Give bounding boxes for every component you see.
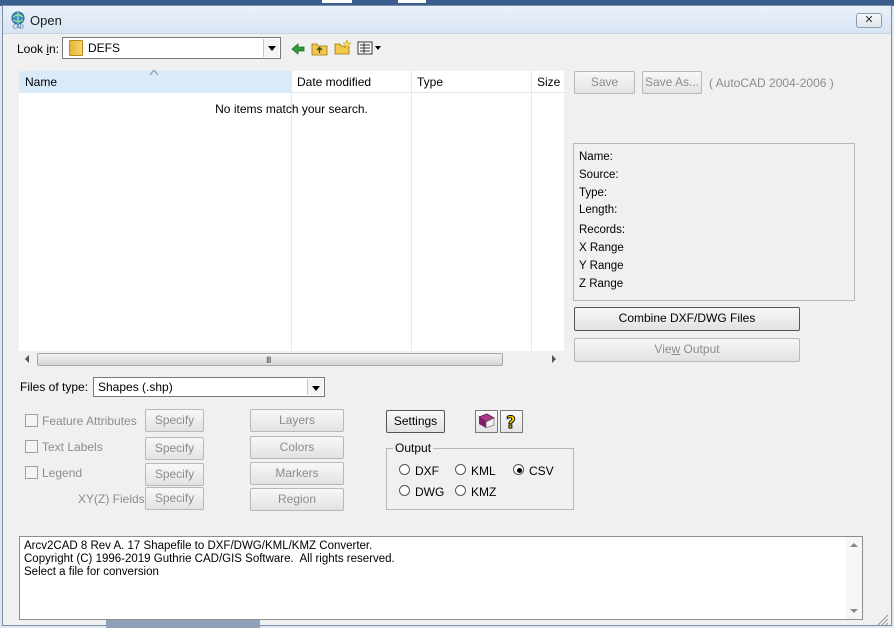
output-format-text: ( AutoCAD 2004-2006 ) bbox=[709, 76, 834, 90]
column-header-date[interactable]: Date modified bbox=[291, 71, 411, 93]
status-line: Select a file for conversion bbox=[24, 566, 159, 578]
info-y-range-label: Y Range bbox=[579, 260, 624, 272]
dialog-title: Open bbox=[30, 13, 62, 28]
radio-csv[interactable] bbox=[513, 464, 524, 475]
files-of-type-label: Files of type: bbox=[20, 380, 89, 394]
help-button[interactable]: ? bbox=[500, 410, 523, 433]
look-in-label: Look in: bbox=[17, 42, 60, 56]
status-line: Arcv2CAD 8 Rev A. 17 Shapefile to DXF/DW… bbox=[24, 540, 373, 552]
file-info-panel: Name: Source: Type: Length: Records: X R… bbox=[573, 143, 855, 301]
close-button[interactable]: ✕ bbox=[856, 13, 882, 28]
radio-kmz[interactable] bbox=[455, 485, 466, 496]
view-menu-icon[interactable] bbox=[357, 40, 383, 56]
legend-label: Legend bbox=[42, 466, 83, 480]
radio-csv-label: CSV bbox=[529, 464, 554, 478]
look-in-value: DEFS bbox=[88, 41, 121, 55]
resize-grip-icon[interactable] bbox=[875, 612, 889, 626]
output-group bbox=[386, 448, 574, 510]
empty-list-message: No items match your search. bbox=[215, 102, 368, 116]
file-list[interactable]: Name Date modified Type Size No items ma… bbox=[19, 70, 564, 351]
info-type-label: Type: bbox=[579, 187, 608, 199]
combine-dxf-dwg-button[interactable]: Combine DXF/DWG Files bbox=[574, 307, 800, 331]
back-arrow-icon[interactable] bbox=[289, 41, 307, 57]
save-as-button[interactable]: Save As... bbox=[642, 71, 702, 94]
new-folder-icon[interactable] bbox=[334, 39, 352, 55]
layers-button[interactable]: Layers bbox=[250, 409, 344, 432]
radio-dxf-label: DXF bbox=[415, 464, 439, 478]
chevron-down-icon[interactable] bbox=[263, 39, 279, 57]
column-header-type[interactable]: Type bbox=[411, 71, 531, 93]
files-of-type-dropdown[interactable]: Shapes (.shp) bbox=[93, 377, 325, 397]
radio-kml-label: KML bbox=[471, 464, 496, 478]
app-globe-icon: CAD bbox=[11, 11, 25, 30]
info-name-label: Name: bbox=[579, 151, 613, 163]
info-source-label: Source: bbox=[579, 169, 619, 181]
folder-icon bbox=[69, 40, 83, 56]
radio-kml[interactable] bbox=[455, 464, 466, 475]
info-length-label: Length: bbox=[579, 204, 618, 216]
text-labels-checkbox[interactable] bbox=[25, 440, 38, 453]
radio-dwg-label: DWG bbox=[415, 485, 445, 499]
column-header-size[interactable]: Size bbox=[531, 71, 564, 93]
up-one-level-icon[interactable] bbox=[311, 40, 329, 56]
vertical-scrollbar[interactable] bbox=[846, 537, 862, 619]
info-z-range-label: Z Range bbox=[579, 278, 624, 290]
help-question-icon: ? bbox=[506, 413, 517, 434]
feature-attributes-checkbox[interactable] bbox=[25, 414, 38, 427]
taskbar-fragment bbox=[106, 620, 260, 628]
scroll-left-icon[interactable] bbox=[25, 355, 29, 363]
book-icon bbox=[478, 413, 495, 429]
files-of-type-value: Shapes (.shp) bbox=[98, 380, 173, 394]
horizontal-scrollbar[interactable]: III bbox=[19, 351, 564, 368]
look-in-dropdown[interactable]: DEFS bbox=[62, 37, 281, 59]
title-bar: CAD Open ✕ bbox=[3, 6, 891, 34]
specify-legend-button[interactable]: Specify bbox=[145, 463, 204, 486]
scroll-right-icon[interactable] bbox=[552, 355, 556, 363]
legend-checkbox[interactable] bbox=[25, 466, 38, 479]
radio-dxf[interactable] bbox=[399, 464, 410, 475]
xyz-fields-label: XY(Z) Fields: bbox=[78, 492, 149, 506]
region-button[interactable]: Region bbox=[250, 488, 344, 511]
text-labels-label: Text Labels bbox=[42, 440, 103, 454]
markers-button[interactable]: Markers bbox=[250, 462, 344, 485]
scroll-up-icon[interactable] bbox=[850, 543, 858, 547]
svg-text:CAD: CAD bbox=[13, 25, 24, 30]
view-output-button[interactable]: View Output bbox=[574, 338, 800, 362]
column-header-name[interactable]: Name bbox=[19, 70, 291, 93]
radio-dwg[interactable] bbox=[399, 485, 410, 496]
info-records-label: Records: bbox=[579, 224, 626, 236]
open-dialog: CAD Open ✕ Look in: DEFS Name Date modif… bbox=[2, 5, 892, 626]
colors-button[interactable]: Colors bbox=[250, 436, 344, 459]
chevron-down-icon[interactable] bbox=[307, 379, 323, 395]
output-group-title: Output bbox=[393, 441, 434, 455]
close-icon: ✕ bbox=[864, 14, 874, 26]
sort-ascending-icon bbox=[150, 70, 158, 75]
specify-xyz-fields-button[interactable]: Specify bbox=[145, 487, 204, 510]
radio-kmz-label: KMZ bbox=[471, 485, 497, 499]
scrollbar-thumb[interactable]: III bbox=[37, 353, 503, 366]
scroll-down-icon[interactable] bbox=[850, 609, 858, 613]
status-log[interactable]: Arcv2CAD 8 Rev A. 17 Shapefile to DXF/DW… bbox=[19, 536, 863, 620]
book-button[interactable] bbox=[475, 410, 498, 433]
specify-feature-attributes-button[interactable]: Specify bbox=[145, 409, 204, 432]
column-name-label: Name bbox=[25, 75, 58, 89]
specify-text-labels-button[interactable]: Specify bbox=[145, 437, 204, 460]
feature-attributes-label: Feature Attributes bbox=[42, 414, 137, 428]
save-button[interactable]: Save bbox=[574, 71, 635, 94]
status-line: Copyright (C) 1996-2019 Guthrie CAD/GIS … bbox=[24, 553, 395, 565]
settings-button[interactable]: Settings bbox=[386, 410, 445, 433]
svg-text:?: ? bbox=[506, 413, 516, 432]
info-x-range-label: X Range bbox=[579, 242, 624, 254]
